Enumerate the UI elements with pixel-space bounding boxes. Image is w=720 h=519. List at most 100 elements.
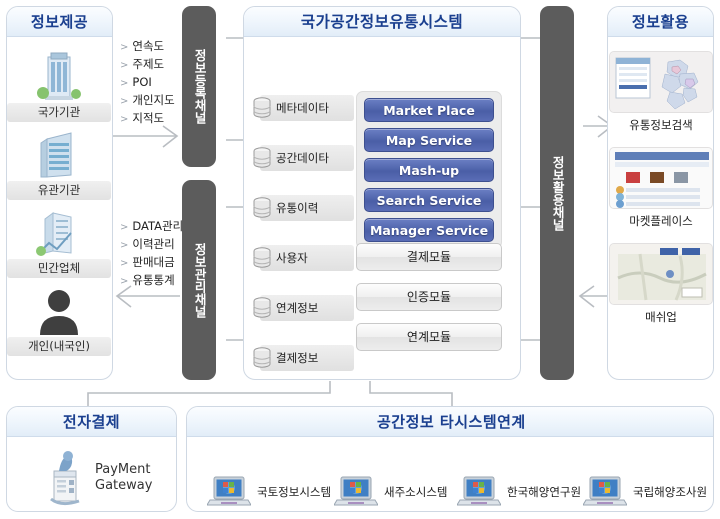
service-mash-up[interactable]: Mash-up <box>364 158 494 182</box>
interop-item-kordi[interactable]: 한국해양연구원 <box>457 475 581 509</box>
db-metadata[interactable]: 메타데이타 <box>253 95 354 121</box>
usage-label: 매쉬업 <box>645 310 677 324</box>
interop-item-khoa[interactable]: 국립해양조사원 <box>583 475 707 509</box>
chevron-right-marker: > <box>120 240 129 251</box>
list-item: > 판매대금 <box>120 255 175 269</box>
channel-bar-manage[interactable]: 정보관리채널 <box>182 180 216 380</box>
list-item: > 유통통계 <box>120 273 175 287</box>
service-manager-service[interactable]: Manager Service <box>364 218 494 242</box>
chevron-right-marker: > <box>120 96 129 107</box>
interop-label: 국립해양조사원 <box>633 485 708 499</box>
channel-label-usage: 정보활용채널 <box>550 155 566 231</box>
entity-label: 유관기관 <box>7 181 111 200</box>
list-item: > 개인지도 <box>120 93 175 107</box>
list-item: > POI <box>120 75 152 89</box>
db-label: 메타데이타 <box>276 101 329 115</box>
db-label: 유통이력 <box>276 201 319 215</box>
payment-gateway-item[interactable]: PayMent Gateway <box>43 449 152 507</box>
entity-label: 개인(내국인) <box>7 337 111 356</box>
database-cylinder-icon <box>253 197 271 218</box>
db-label: 공간데이타 <box>276 151 329 165</box>
interop-label: 한국해양연구원 <box>507 485 582 499</box>
korea-map-search-thumb <box>609 51 713 113</box>
usage-label: 마켓플레이스 <box>629 214 693 228</box>
providers-panel: 정보제공 국가기관 유관기관 민간업체 개인(내국인) <box>6 6 113 380</box>
usage-item-mashup[interactable]: 매쉬업 <box>609 243 713 325</box>
list-item: > 지적도 <box>120 111 165 125</box>
db-payment-info[interactable]: 결제정보 <box>253 345 354 371</box>
db-label: 연계정보 <box>276 301 319 315</box>
database-cylinder-icon <box>253 147 271 168</box>
entity-individual[interactable]: 개인(내국인) <box>7 285 111 356</box>
list-item: > 주제도 <box>120 57 165 71</box>
mashup-map-thumb <box>609 243 713 305</box>
usage-item-search[interactable]: 유통정보검색 <box>609 51 713 133</box>
interop-panel: 공간정보 타시스템연계 국토정보시스템 새주소시스템 한국해양연구원 국립해양조… <box>186 406 714 512</box>
chevron-right-marker: > <box>120 42 129 53</box>
service-map-service[interactable]: Map Service <box>364 128 494 152</box>
entity-label: 민간업체 <box>7 259 111 278</box>
interop-item-land-info[interactable]: 국토정보시스템 <box>207 475 331 509</box>
database-cylinder-icon <box>253 247 271 268</box>
interop-label: 새주소시스템 <box>384 485 448 499</box>
company-building-icon <box>7 207 111 259</box>
office-building-icon <box>7 51 111 103</box>
list-item: > 이력관리 <box>120 237 175 251</box>
arrow-provider-to-register <box>113 125 179 148</box>
entity-related-agency[interactable]: 유관기관 <box>7 129 111 200</box>
payment-gateway-icon <box>50 451 80 506</box>
payment-label-line1: PayMent <box>95 462 151 477</box>
person-icon <box>7 285 111 337</box>
db-user[interactable]: 사용자 <box>253 245 354 271</box>
db-label: 결제정보 <box>276 351 319 365</box>
module-linkage[interactable]: 연계모듈 <box>356 323 502 351</box>
core-system-panel: 국가공간정보유통시스템 메타데이타 공간데이타 유통이력 사용자 연계정보 결제… <box>243 6 521 380</box>
db-spatial-data[interactable]: 공간데이타 <box>253 145 354 171</box>
interop-item-new-address[interactable]: 새주소시스템 <box>334 475 447 509</box>
db-distribution-history[interactable]: 유통이력 <box>253 195 354 221</box>
db-linkage-info[interactable]: 연계정보 <box>253 295 354 321</box>
database-cylinder-icon <box>253 347 271 368</box>
database-cylinder-icon <box>253 97 271 118</box>
payment-label-line2: Gateway <box>95 478 153 493</box>
list-item: > DATA관리 <box>120 219 184 233</box>
providers-title: 정보제공 <box>7 7 112 37</box>
register-items-list: > 연속도 > 주제도 > POI > 개인지도 > 지적도 <box>120 38 175 128</box>
server-building-icon <box>7 129 111 181</box>
payment-title: 전자결제 <box>7 407 176 437</box>
arrow-panel-to-usage <box>578 285 610 308</box>
service-search-service[interactable]: Search Service <box>364 188 494 212</box>
usage-title: 정보활용 <box>608 7 713 37</box>
entity-national-agency[interactable]: 국가기관 <box>7 51 111 122</box>
db-label: 사용자 <box>276 251 308 265</box>
laptop-icon <box>583 476 627 506</box>
core-system-title: 국가공간정보유통시스템 <box>244 7 520 37</box>
payment-panel: 전자결제 PayMent Gateway <box>6 406 177 512</box>
chevron-right-marker: > <box>120 114 129 125</box>
module-auth[interactable]: 인증모듈 <box>356 283 502 311</box>
entity-label: 국가기관 <box>7 103 111 122</box>
channel-label-manage: 정보관리채널 <box>192 242 208 318</box>
chevron-right-marker: > <box>120 222 129 233</box>
laptop-icon <box>334 476 378 506</box>
chevron-right-marker: > <box>120 60 129 71</box>
laptop-icon <box>457 476 501 506</box>
chevron-right-marker: > <box>120 258 129 269</box>
usage-item-marketplace[interactable]: 마켓플레이스 <box>609 147 713 229</box>
laptop-icon <box>207 476 251 506</box>
service-buttons-group: Market Place Map Service Mash-up Search … <box>356 91 502 249</box>
service-market-place[interactable]: Market Place <box>364 98 494 122</box>
list-item: > 연속도 <box>120 39 165 53</box>
interop-label: 국토정보시스템 <box>257 485 332 499</box>
channel-label-register: 정보등록채널 <box>192 49 208 124</box>
chevron-right-marker: > <box>120 78 129 89</box>
interop-title: 공간정보 타시스템연계 <box>187 407 713 437</box>
manage-items-list: > DATA관리 > 이력관리 > 판매대금 > 유통통계 <box>120 218 183 290</box>
usage-label: 유통정보검색 <box>629 118 693 132</box>
module-payment[interactable]: 결제모듈 <box>356 243 502 271</box>
channel-bar-register[interactable]: 정보등록채널 <box>182 6 216 167</box>
channel-bar-usage[interactable]: 정보활용채널 <box>540 6 574 380</box>
entity-private-company[interactable]: 민간업체 <box>7 207 111 278</box>
marketplace-listing-thumb <box>609 147 713 209</box>
usage-panel: 정보활용 유통정보검색 마켓플레이스 매쉬업 <box>607 6 714 380</box>
